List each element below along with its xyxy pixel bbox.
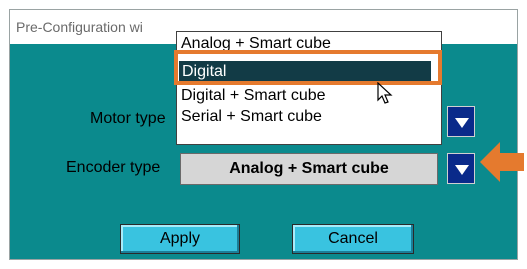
selection-highlight-frame: [174, 50, 442, 85]
callout-arrow-icon: [480, 142, 524, 182]
cancel-button[interactable]: Cancel: [292, 224, 414, 254]
motor-type-label: Motor type: [90, 110, 166, 127]
window-title: Pre-Configuration wi: [16, 19, 143, 35]
dropdown-option[interactable]: Serial + Smart cube: [181, 108, 322, 126]
encoder-type-label: Encoder type: [66, 159, 161, 176]
encoder-type-select[interactable]: Analog + Smart cube: [180, 153, 438, 185]
dropdown-option[interactable]: Digital + Smart cube: [181, 87, 326, 105]
mouse-pointer-icon: [377, 82, 393, 104]
motor-type-dropdown-button[interactable]: [447, 106, 475, 137]
motor-type-dropdown-list: Analog + Smart cube Digital Digital + Sm…: [176, 31, 442, 145]
encoder-type-dropdown-button[interactable]: [447, 153, 475, 184]
apply-button[interactable]: Apply: [120, 224, 240, 254]
